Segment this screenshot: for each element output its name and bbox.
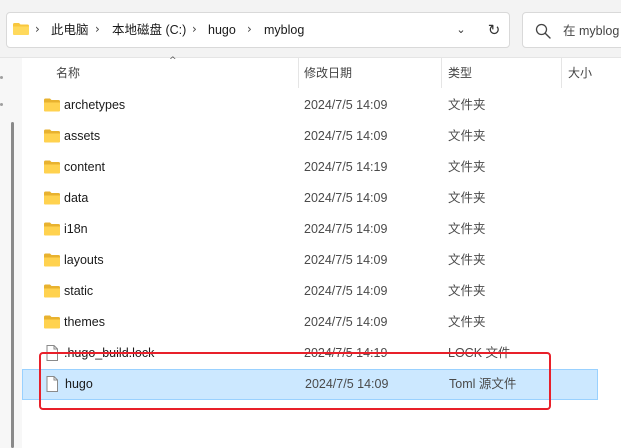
file-row[interactable]: static 2024/7/5 14:09 文件夹 [22, 276, 598, 307]
toolbar: › 此电脑 › 本地磁盘 (C:) › hugo › myblog ⌄ ↻ 在 … [0, 0, 621, 58]
file-name: archetypes [64, 98, 126, 112]
sort-ascending-icon: ^ [169, 56, 177, 66]
file-modified-date: 2024/7/5 14:09 [304, 222, 388, 236]
file-icon [44, 345, 60, 361]
folder-icon [44, 252, 60, 268]
folder-icon [13, 23, 29, 35]
file-type: 文件夹 [448, 160, 486, 174]
file-modified-date: 2024/7/5 14:19 [304, 346, 388, 360]
file-modified-date: 2024/7/5 14:09 [304, 284, 388, 298]
file-row[interactable]: layouts 2024/7/5 14:09 文件夹 [22, 245, 598, 276]
nav-indicator [0, 76, 3, 79]
file-type: 文件夹 [448, 284, 486, 298]
file-type: 文件夹 [448, 191, 486, 205]
file-name: data [64, 191, 89, 205]
search-icon [535, 23, 551, 39]
column-header-name[interactable]: 名称 [56, 58, 80, 88]
search-input[interactable]: 在 myblog [522, 12, 621, 48]
breadcrumb-item-this-pc[interactable]: 此电脑 [51, 23, 89, 37]
folder-icon [44, 314, 60, 330]
chevron-right-icon[interactable]: › [192, 23, 202, 35]
folder-icon [44, 97, 60, 113]
file-modified-date: 2024/7/5 14:09 [304, 191, 388, 205]
file-row[interactable]: assets 2024/7/5 14:09 文件夹 [22, 121, 598, 152]
file-name: .hugo_build.lock [64, 346, 155, 360]
file-name: assets [64, 129, 101, 143]
folder-icon [44, 283, 60, 299]
chevron-right-icon[interactable]: › [35, 23, 45, 35]
file-row[interactable]: hugo 2024/7/5 14:09 Toml 源文件 [22, 369, 598, 400]
column-header-type[interactable]: 类型 [448, 58, 472, 88]
refresh-icon[interactable]: ↻ [485, 21, 503, 39]
file-name: i18n [64, 222, 88, 236]
file-modified-date: 2024/7/5 14:19 [304, 160, 388, 174]
file-type: 文件夹 [448, 98, 486, 112]
file-row[interactable]: i18n 2024/7/5 14:09 文件夹 [22, 214, 598, 245]
breadcrumb-item-myblog[interactable]: myblog [264, 23, 304, 37]
file-name: content [64, 160, 106, 174]
file-name: layouts [64, 253, 104, 267]
folder-icon [44, 190, 60, 206]
file-row[interactable]: themes 2024/7/5 14:09 文件夹 [22, 307, 598, 338]
breadcrumb-item-hugo[interactable]: hugo [208, 23, 236, 37]
chevron-right-icon[interactable]: › [247, 23, 257, 35]
file-type: 文件夹 [448, 222, 486, 236]
column-header-size[interactable]: 大小 [568, 58, 592, 88]
column-divider[interactable] [298, 58, 299, 88]
scrollbar[interactable] [11, 122, 14, 448]
chevron-right-icon[interactable]: › [95, 23, 105, 35]
file-row[interactable]: archetypes 2024/7/5 14:09 文件夹 [22, 90, 598, 121]
file-type: Toml 源文件 [449, 377, 517, 391]
file-type: 文件夹 [448, 315, 486, 329]
column-header-date[interactable]: 修改日期 [304, 58, 352, 88]
file-type: LOCK 文件 [448, 346, 511, 360]
file-type: 文件夹 [448, 129, 486, 143]
file-modified-date: 2024/7/5 14:09 [304, 98, 388, 112]
search-placeholder: 在 myblog [563, 24, 620, 38]
address-bar[interactable]: › 此电脑 › 本地磁盘 (C:) › hugo › myblog ⌄ ↻ [6, 12, 510, 48]
file-icon [44, 376, 60, 392]
chevron-down-icon[interactable]: ⌄ [453, 22, 469, 38]
file-row[interactable]: data 2024/7/5 14:09 文件夹 [22, 183, 598, 214]
folder-icon [44, 159, 60, 175]
folder-icon [44, 128, 60, 144]
file-modified-date: 2024/7/5 14:09 [304, 315, 388, 329]
file-name: static [64, 284, 94, 298]
file-modified-date: 2024/7/5 14:09 [304, 129, 388, 143]
column-divider[interactable] [561, 58, 562, 88]
column-header-row: ^ 名称 修改日期 类型 大小 [22, 56, 621, 88]
breadcrumb-item-local-disk[interactable]: 本地磁盘 (C:) [112, 23, 186, 37]
file-row[interactable]: .hugo_build.lock 2024/7/5 14:19 LOCK 文件 [22, 338, 598, 369]
folder-icon [44, 221, 60, 237]
file-row[interactable]: content 2024/7/5 14:19 文件夹 [22, 152, 598, 183]
file-type: 文件夹 [448, 253, 486, 267]
file-name: themes [64, 315, 105, 329]
navigation-pane[interactable] [0, 58, 22, 448]
file-modified-date: 2024/7/5 14:09 [305, 377, 389, 391]
nav-indicator [0, 103, 3, 106]
column-divider[interactable] [441, 58, 442, 88]
file-modified-date: 2024/7/5 14:09 [304, 253, 388, 267]
file-name: hugo [65, 377, 93, 391]
